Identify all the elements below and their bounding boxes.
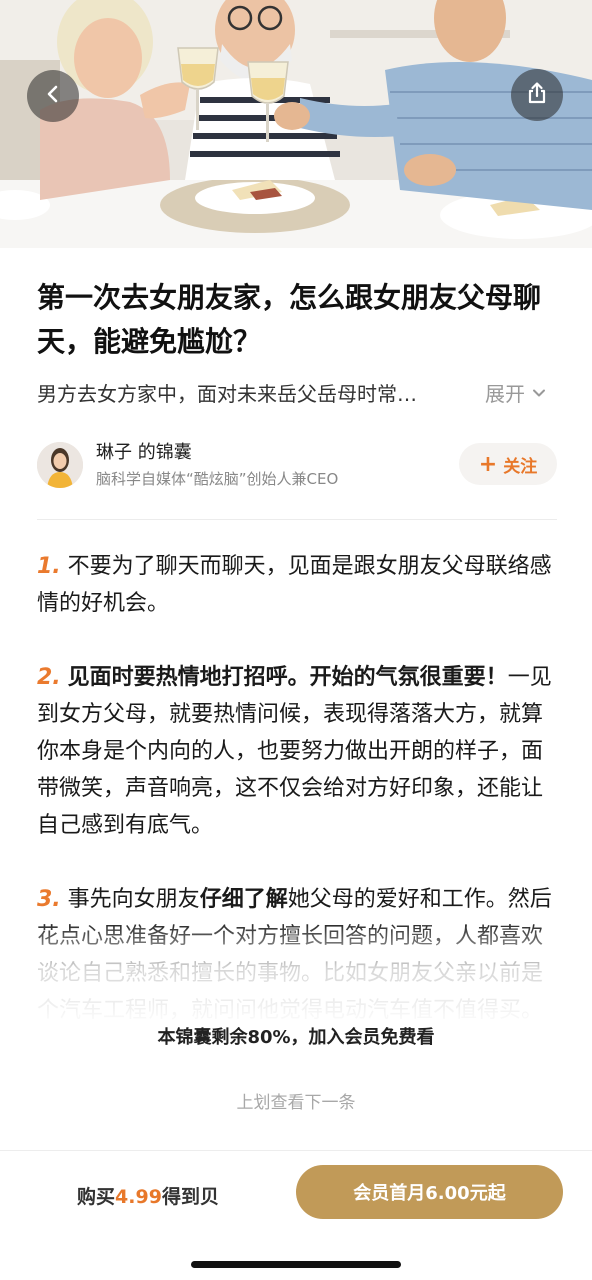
follow-button[interactable]: + 关注 xyxy=(459,443,557,485)
hero-image xyxy=(0,0,592,248)
content-fade xyxy=(0,920,592,1080)
share-icon xyxy=(525,81,549,109)
list-item: 2. 见面时要热情地打招呼。开始的气氛很重要！一见到女方父母，就要热情问候，表现… xyxy=(37,659,557,844)
bottom-bar: 购买4.99得到贝 会员首月6.00元起 xyxy=(0,1150,592,1280)
buy-prefix: 购买 xyxy=(77,1186,116,1208)
back-button[interactable] xyxy=(27,70,79,122)
expand-button[interactable]: 展开 xyxy=(485,378,547,410)
plus-icon: + xyxy=(478,451,498,477)
page-title: 第一次去女朋友家，怎么跟女朋友父母聊天，能避免尴尬？ xyxy=(37,281,542,358)
summary-text: 男方去女方家中，面对未来岳父岳母时常… xyxy=(37,382,417,406)
expand-label: 展开 xyxy=(485,382,525,406)
list-item: 1. 不要为了聊天而聊天，见面是跟女朋友父母联络感情的好机会。 xyxy=(37,548,557,622)
chevron-left-icon xyxy=(42,83,64,109)
item-number: 1. xyxy=(37,554,61,579)
share-button[interactable] xyxy=(511,69,563,121)
buy-price: 4.99 xyxy=(115,1186,162,1208)
item-text: 事先向女朋友 xyxy=(67,887,200,912)
follow-label: 关注 xyxy=(503,456,538,477)
home-indicator[interactable] xyxy=(191,1261,401,1268)
paywall-note: 本锦囊剩余80%，加入会员免费看 xyxy=(157,1027,435,1048)
next-item-hint[interactable]: 上划查看下一条 xyxy=(0,1089,592,1117)
item-heading: 见面时要热情地打招呼。开始的气氛很重要！ xyxy=(67,665,508,690)
item-number: 3. xyxy=(37,887,61,912)
buy-button[interactable]: 购买4.99得到贝 xyxy=(0,1175,296,1219)
member-button[interactable]: 会员首月6.00元起 xyxy=(296,1165,563,1219)
item-text: 一见到女方父母，就要热情问候，表现得落落大方，就算你本身是个内向的人，也要努力做… xyxy=(37,665,552,838)
member-label: 会员首月6.00元起 xyxy=(353,1183,506,1204)
author-name[interactable]: 琳子 的锦囊 xyxy=(96,441,192,465)
author-info: 琳子 的锦囊 脑科学自媒体“酷炫脑”创始人兼CEO + 关注 xyxy=(37,440,557,492)
chevron-down-icon xyxy=(525,378,547,410)
avatar[interactable] xyxy=(37,442,83,488)
divider xyxy=(37,519,557,520)
author-description: 脑科学自媒体“酷炫脑”创始人兼CEO xyxy=(96,470,339,488)
item-text: 不要为了聊天而聊天，见面是跟女朋友父母联络感情的好机会。 xyxy=(37,554,552,616)
buy-suffix: 得到贝 xyxy=(161,1186,219,1208)
item-highlight: 仔细了解 xyxy=(199,887,288,912)
item-number: 2. xyxy=(37,665,61,690)
article-summary: 男方去女方家中，面对未来岳父岳母时常… 展开 xyxy=(37,378,557,410)
